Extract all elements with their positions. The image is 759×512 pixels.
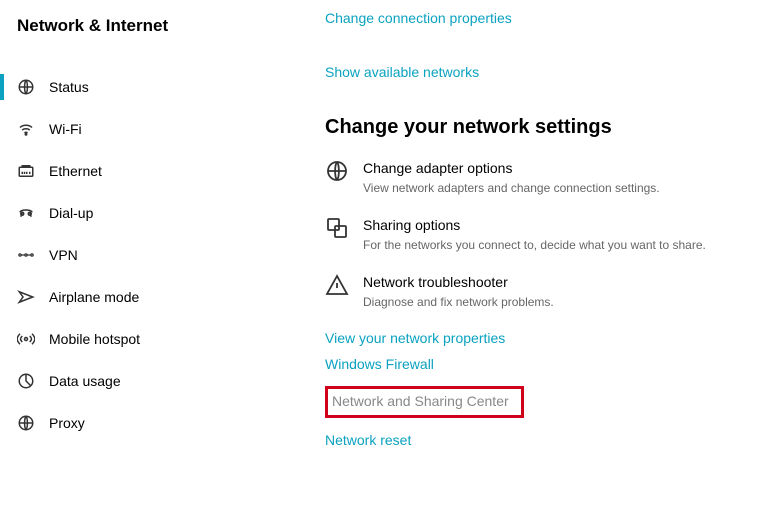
ethernet-icon <box>17 162 35 180</box>
hotspot-icon <box>17 330 35 348</box>
link-network-sharing-center[interactable]: Network and Sharing Center <box>332 393 509 409</box>
nav-item-status[interactable]: Status <box>0 66 325 108</box>
nav-label: Mobile hotspot <box>49 331 140 347</box>
link-windows-firewall[interactable]: Windows Firewall <box>325 356 759 372</box>
main-content: Change connection properties Show availa… <box>325 0 759 512</box>
nav-label: Ethernet <box>49 163 102 179</box>
nav-item-ethernet[interactable]: Ethernet <box>0 150 325 192</box>
setting-title: Sharing options <box>363 216 706 235</box>
datausage-icon <box>17 372 35 390</box>
nav-label: Wi-Fi <box>49 121 82 137</box>
nav-item-hotspot[interactable]: Mobile hotspot <box>0 318 325 360</box>
setting-desc: Diagnose and fix network problems. <box>363 294 554 310</box>
page-title: Network & Internet <box>0 10 325 48</box>
link-change-connection-properties[interactable]: Change connection properties <box>325 10 512 26</box>
nav-item-dialup[interactable]: Dial-up <box>0 192 325 234</box>
section-heading: Change your network settings <box>325 116 759 139</box>
status-icon <box>17 78 35 96</box>
link-network-reset[interactable]: Network reset <box>325 432 759 448</box>
nav-label: VPN <box>49 247 78 263</box>
nav-label: Data usage <box>49 373 121 389</box>
vpn-icon <box>17 246 35 264</box>
nav-label: Proxy <box>49 415 85 431</box>
proxy-icon <box>17 414 35 432</box>
nav-item-vpn[interactable]: VPN <box>0 234 325 276</box>
nav-label: Status <box>49 79 89 95</box>
setting-title: Network troubleshooter <box>363 273 554 292</box>
nav-item-proxy[interactable]: Proxy <box>0 402 325 444</box>
airplane-icon <box>17 288 35 306</box>
troubleshoot-icon <box>325 273 349 297</box>
setting-title: Change adapter options <box>363 159 660 178</box>
setting-change-adapter[interactable]: Change adapter options View network adap… <box>325 159 759 196</box>
highlight-box: Network and Sharing Center <box>325 386 524 418</box>
bottom-links: View your network properties Windows Fir… <box>325 330 759 448</box>
dialup-icon <box>17 204 35 222</box>
nav-label: Airplane mode <box>49 289 139 305</box>
setting-desc: For the networks you connect to, decide … <box>363 237 706 253</box>
setting-desc: View network adapters and change connect… <box>363 180 660 196</box>
nav-item-wifi[interactable]: Wi-Fi <box>0 108 325 150</box>
sidebar: Network & Internet Status Wi-Fi Ethernet… <box>0 0 325 512</box>
wifi-icon <box>17 120 35 138</box>
adapter-icon <box>325 159 349 183</box>
nav-list: Status Wi-Fi Ethernet Dial-up VPN <box>0 66 325 444</box>
nav-item-airplane[interactable]: Airplane mode <box>0 276 325 318</box>
link-show-available-networks[interactable]: Show available networks <box>325 64 479 80</box>
setting-sharing-options[interactable]: Sharing options For the networks you con… <box>325 216 759 253</box>
link-view-properties[interactable]: View your network properties <box>325 330 759 346</box>
nav-label: Dial-up <box>49 205 93 221</box>
nav-item-datausage[interactable]: Data usage <box>0 360 325 402</box>
sharing-icon <box>325 216 349 240</box>
setting-troubleshooter[interactable]: Network troubleshooter Diagnose and fix … <box>325 273 759 310</box>
